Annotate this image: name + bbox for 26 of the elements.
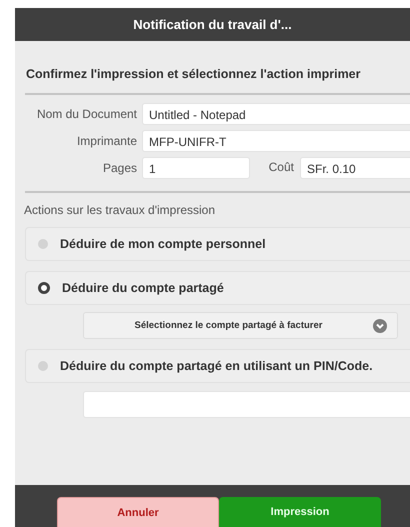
radio-button[interactable] [38, 239, 48, 249]
option-label: Déduire du compte partagé [62, 281, 224, 295]
input-field[interactable]: Untitled - Notepad [142, 103, 410, 125]
radio-option[interactable]: Déduire de mon compte personnel [25, 227, 410, 261]
radio-button[interactable] [38, 361, 48, 371]
dialog-title: Notification du travail d'... [133, 17, 292, 32]
dropdown-text: Sélectionnez le compte partagé à facturer [134, 320, 324, 331]
radio-button[interactable] [38, 282, 50, 294]
pin-field[interactable] [83, 391, 410, 418]
field-label: Nom du Document [36, 106, 138, 122]
option-label: Déduire de mon compte personnel [60, 237, 266, 251]
input-field[interactable]: MFP-UNIFR-T [142, 130, 410, 152]
account-dropdown[interactable]: Sélectionnez le compte partagé à facturer [83, 312, 398, 339]
cancel-button[interactable]: Annuler [57, 497, 219, 527]
field-label: Coût [268, 159, 295, 174]
chevron-down-icon [373, 318, 387, 332]
option-label: Déduire du compte partagé en utilisant un PIN/Code. [60, 359, 373, 373]
print-button[interactable]: Impression [219, 497, 381, 527]
input-field[interactable]: SFr. 0.10 [300, 157, 410, 179]
section-label: Actions sur les travaux d'impression [24, 203, 216, 217]
input-field[interactable]: 1 [142, 157, 250, 179]
radio-option[interactable]: Déduire du compte partagé [25, 271, 410, 305]
field-label: Imprimante [76, 133, 138, 149]
field-label: Pages [102, 160, 138, 176]
radio-option[interactable]: Déduire du compte partagé en utilisant un PIN/Code. [25, 349, 410, 383]
section-heading: Confirmez l'impression et sélectionnez l'action imprimer [26, 67, 362, 81]
